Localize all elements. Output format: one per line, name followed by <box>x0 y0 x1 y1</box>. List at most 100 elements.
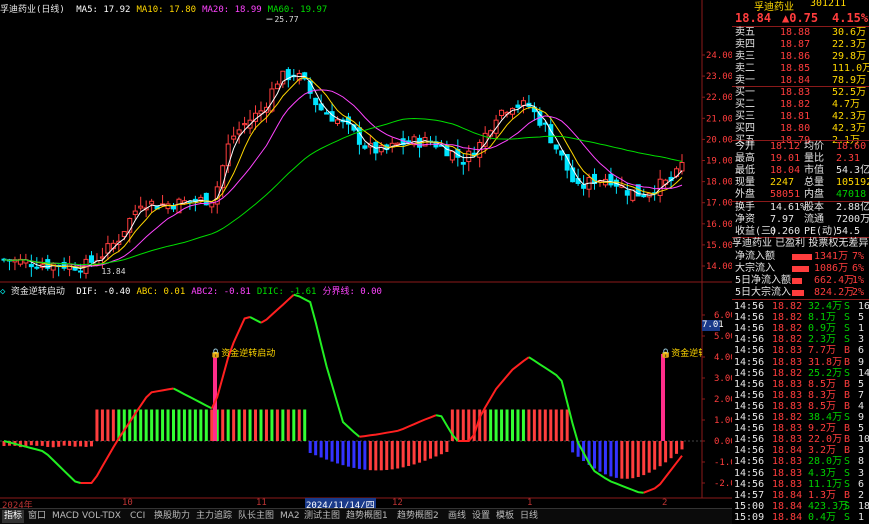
indicator-tick-label: 3.00 <box>714 374 732 384</box>
bottom-tab-10[interactable]: 测试主图 <box>302 510 342 523</box>
bottom-tab-1[interactable]: 指标 <box>2 510 25 523</box>
candle-body <box>515 104 521 108</box>
indicator-bar <box>390 441 394 470</box>
candle-body <box>608 173 614 186</box>
flow-row: 5日大宗流入 824.2万 2% <box>732 287 869 299</box>
stat-row: 今开 18.12 均价 18.60 <box>732 141 869 153</box>
stat-label: 现量 <box>735 177 755 188</box>
price-pct: 4.15% <box>832 11 869 25</box>
ask-volume: 30.6万 <box>832 27 867 38</box>
indicator-bar <box>357 441 361 469</box>
bottom-tab-14[interactable]: 设置 <box>470 510 492 523</box>
ask-price: 18.88 <box>780 27 811 38</box>
bottom-tab-11[interactable]: 趋势概图1 <box>344 510 390 523</box>
indicator-bar <box>500 409 504 441</box>
candle-body <box>553 144 559 150</box>
indicator-expand-icon[interactable]: ◇ <box>0 287 5 297</box>
indicator-bar <box>325 441 329 460</box>
bottom-tab-4[interactable]: VOL-TDX <box>80 510 123 523</box>
indicator-bar <box>554 409 558 441</box>
indicator-bar <box>593 441 597 469</box>
indicator-value-label: 分界线: 0.00 <box>322 287 382 297</box>
ma-label: MA5: 17.92 <box>76 5 131 15</box>
indicator-bar <box>664 441 668 463</box>
bottom-tab-2[interactable]: 窗口 <box>26 510 48 523</box>
ask-volume: 22.3万 <box>832 39 867 50</box>
indicator-bar <box>319 441 323 458</box>
stat-label: 量比 <box>804 153 824 164</box>
ask-label: 卖五 <box>735 27 755 38</box>
ask-price: 18.85 <box>780 63 811 74</box>
flow-label: 5日净流入额 <box>735 275 792 286</box>
indicator-bar <box>363 441 367 470</box>
candle-body <box>449 150 455 161</box>
candle-body <box>324 112 330 115</box>
indicator-tick-label: -2.00 <box>714 479 732 489</box>
flow-value: 1341万 <box>814 251 849 262</box>
indicator-bar <box>210 409 214 441</box>
indicator-tick-label: 4.00 <box>714 353 732 363</box>
indicator-bar <box>51 441 55 448</box>
indicator-header: ◇ 资金逆转启动 DIF: -0.40 ABC: 0.01 ABC2: -0.81 D… <box>0 284 382 297</box>
bottom-tab-12[interactable]: 趋势概图2 <box>395 510 441 523</box>
ask-row: 卖二 18.85 111.0万 <box>732 63 869 75</box>
last-price: 18.84 <box>735 11 772 25</box>
tick-direction: S <box>844 511 851 523</box>
high-marker-label: 25.77 <box>274 15 298 24</box>
indicator-bar <box>396 441 400 469</box>
bid-row: 买三 18.81 42.3万 <box>732 111 869 123</box>
kline-chart[interactable]: 24.0023.0022.0021.0020.0019.0018.0017.00… <box>0 0 732 508</box>
indicator-bar <box>57 441 61 447</box>
bottom-tab-5[interactable]: CCI <box>128 510 147 523</box>
indicator-bar <box>352 441 356 468</box>
indicator-bar <box>237 409 241 441</box>
indicator-bar <box>259 409 263 441</box>
ask-price: 18.87 <box>780 39 811 50</box>
stat-label: 外盘 <box>735 189 755 200</box>
bottom-tab-15[interactable]: 模板 <box>494 510 516 523</box>
indicator-bar <box>418 441 422 463</box>
tick-row: 15:09 18.84 0.4万 S 1 <box>732 512 869 524</box>
stock-code: 301211 <box>810 0 847 9</box>
bottom-tab-3[interactable]: MACD <box>50 510 81 523</box>
bid-volume: 42.3万 <box>832 123 867 134</box>
stat-value: 105192 <box>836 177 869 188</box>
ma-label: MA20: 18.99 <box>202 5 262 15</box>
indicator-bar <box>29 441 33 446</box>
indicator-bar <box>150 409 154 441</box>
candle-body <box>564 154 570 171</box>
candle-body <box>499 109 505 116</box>
candle-body <box>520 100 526 107</box>
bottom-tab-6[interactable]: 换股助力 <box>152 510 192 523</box>
indicator-bar <box>636 441 640 477</box>
candle-body <box>34 266 40 269</box>
bottom-tab-8[interactable]: 队长主图 <box>236 510 276 523</box>
indicator-bar <box>625 441 629 479</box>
indicator-bar <box>182 409 186 441</box>
bottom-tab-13[interactable]: 画线 <box>446 510 468 523</box>
indicator-bar <box>571 441 575 453</box>
bid-label: 买一 <box>735 87 755 98</box>
indicator-bar <box>642 441 646 476</box>
stat-label: 内盘 <box>804 189 824 200</box>
candle-body <box>570 167 576 183</box>
stat-value: 18.12 <box>770 141 801 152</box>
indicator-bar <box>243 409 247 441</box>
indicator-bar <box>379 441 383 471</box>
candle-body <box>641 194 647 198</box>
stat-label: 最高 <box>735 153 755 164</box>
candle-body <box>624 190 630 196</box>
indicator-bar <box>538 409 542 441</box>
indicator-bar <box>516 409 520 441</box>
bid-volume: 42.3万 <box>832 111 867 122</box>
bottom-tab-9[interactable]: MA2 <box>278 510 302 523</box>
indicator-bar <box>275 409 279 441</box>
price-tick-label: 16.00 <box>706 220 732 230</box>
stat-label: 流通 <box>804 214 824 225</box>
indicator-bar <box>505 409 509 441</box>
bottom-tab-16[interactable]: 日线 <box>518 510 540 523</box>
bid-volume: 52.5万 <box>832 87 867 98</box>
indicator-bar <box>461 409 465 441</box>
bottom-tab-7[interactable]: 主力追踪 <box>194 510 234 523</box>
indicator-bar <box>680 441 684 450</box>
